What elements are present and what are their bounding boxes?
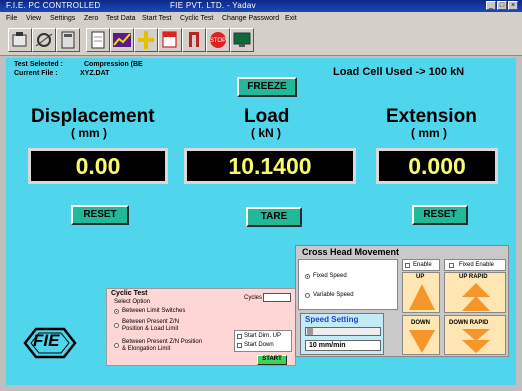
load-unit: ( kN ): [251, 126, 281, 140]
option-load-limit-radio[interactable]: [114, 323, 119, 328]
test-selected-label: Test Selected :: [14, 61, 63, 68]
displacement-unit: ( mm ): [71, 126, 107, 140]
enable-label: Enable: [413, 262, 432, 268]
toolbar: STOP: [0, 25, 522, 56]
report-icon[interactable]: [86, 28, 110, 52]
select-option-label: Select Option: [114, 299, 151, 305]
speed-slider[interactable]: [305, 327, 381, 336]
start-down-label: Start Down: [244, 342, 274, 348]
start-down-check[interactable]: [237, 343, 242, 348]
up-arrow-icon: [409, 284, 435, 310]
fixed-enable-label: Fixed Enable: [459, 262, 495, 268]
fixed-speed-label: Fixed Speed: [313, 273, 347, 279]
settings-icon[interactable]: [32, 28, 56, 52]
up-rapid-button[interactable]: UP RAPID: [444, 272, 506, 313]
start-dirn-up-check[interactable]: [237, 334, 242, 339]
variable-speed-label: Variable Speed: [313, 292, 354, 298]
crosshead-icon[interactable]: [134, 28, 158, 52]
open-icon[interactable]: [8, 28, 32, 52]
cycles-input[interactable]: [263, 293, 291, 302]
extension-title: Extension: [386, 106, 477, 127]
monitor-icon[interactable]: [230, 28, 254, 52]
menu-view[interactable]: View: [26, 12, 41, 25]
up-rapid-label: UP RAPID: [459, 274, 488, 280]
freeze-button[interactable]: FREEZE: [237, 77, 297, 97]
main-panel: Test Selected : Compression (BE Current …: [6, 58, 516, 385]
clamp-icon[interactable]: [182, 28, 206, 52]
speed-setting-title: Speed Setting: [305, 315, 359, 324]
down-rapid-label: DOWN RAPID: [449, 320, 489, 326]
close-button[interactable]: ×: [508, 1, 518, 10]
menu-cyclic-test[interactable]: Cyclic Test: [180, 12, 213, 25]
speed-setting-box: Speed Setting 10 mm/min: [300, 313, 384, 355]
option-elongation-limit-radio[interactable]: [114, 343, 119, 348]
up-label: UP: [416, 274, 425, 280]
cyclic-start-button[interactable]: START: [257, 355, 287, 365]
menu-settings[interactable]: Settings: [50, 12, 75, 25]
calculator-icon[interactable]: [56, 28, 80, 52]
graph-icon[interactable]: [110, 28, 134, 52]
fixed-speed-radio[interactable]: [305, 274, 310, 279]
cycles-label: Cycles: [244, 295, 263, 301]
fixed-enable-check[interactable]: [449, 263, 454, 268]
menu-start-test[interactable]: Start Test: [142, 12, 171, 25]
menu-exit[interactable]: Exit: [285, 12, 297, 25]
cyclic-test-title: Cyclic Test: [111, 290, 148, 297]
load-display: 10.1400: [184, 148, 356, 184]
crosshead-title: Cross Head Movement: [302, 247, 400, 257]
svg-text:STOP: STOP: [210, 38, 226, 44]
crosshead-panel: Cross Head Movement Fixed Speed Variable…: [295, 245, 509, 357]
extension-reset-button[interactable]: RESET: [412, 205, 468, 225]
displacement-title: Displacement: [31, 106, 155, 127]
start-dirn-up-label: Start Dirn. UP: [244, 333, 282, 339]
extension-unit: ( mm ): [411, 126, 447, 140]
tare-button[interactable]: TARE: [246, 207, 302, 227]
load-cell-text: Load Cell Used -> 100 kN: [333, 66, 465, 78]
menu-test-data[interactable]: Test Data: [106, 12, 136, 25]
menu-bar: File View Settings Zero Test Data Start …: [0, 12, 522, 25]
double-up-arrow-icon: [462, 283, 490, 311]
test-selected-value: Compression (BE: [84, 61, 143, 68]
speed-slider-thumb[interactable]: [307, 328, 313, 335]
displacement-display: 0.00: [28, 148, 168, 184]
menu-file[interactable]: File: [6, 12, 17, 25]
window-title: FIE PVT. LTD. - Yadav: [170, 1, 256, 10]
menu-change-password[interactable]: Change Password: [222, 12, 279, 25]
down-arrow-icon: [409, 330, 435, 353]
down-button[interactable]: DOWN: [402, 315, 440, 355]
print-icon[interactable]: [158, 28, 182, 52]
fixed-enable-box: Fixed Enable: [444, 259, 506, 271]
option-elongation-limit-label: Between Present Z/N Position & Elongatio…: [122, 339, 203, 352]
enable-box: Enable: [402, 259, 440, 271]
enable-check[interactable]: [405, 263, 410, 268]
start-direction-box: Start Dirn. UP Start Down: [234, 330, 292, 352]
load-title: Load: [244, 106, 290, 127]
logo-text: FIE: [33, 331, 60, 350]
extension-display: 0.000: [376, 148, 498, 184]
option-limit-switches-radio[interactable]: [114, 309, 119, 314]
variable-speed-radio[interactable]: [305, 293, 310, 298]
maximize-button[interactable]: □: [497, 1, 507, 10]
current-file-value: XYZ.DAT: [80, 70, 110, 77]
title-bar: F.I.E. PC CONTROLLED FIE PVT. LTD. - Yad…: [0, 0, 522, 12]
option-load-limit-label: Between Present Z/N Position & Load Limi…: [122, 319, 180, 332]
stop-icon[interactable]: STOP: [206, 28, 230, 52]
app-name: F.I.E. PC CONTROLLED: [6, 1, 101, 10]
up-button[interactable]: UP: [402, 272, 440, 313]
menu-zero[interactable]: Zero: [84, 12, 98, 25]
current-file-label: Current File :: [14, 70, 58, 77]
down-label: DOWN: [411, 320, 430, 326]
down-rapid-button[interactable]: DOWN RAPID: [444, 315, 506, 355]
cyclic-test-panel: Cyclic Test Select Option Cycles Between…: [106, 288, 296, 366]
option-limit-switches-label: Between Limit Switches: [122, 308, 186, 314]
displacement-reset-button[interactable]: RESET: [71, 205, 129, 225]
speed-value-field[interactable]: 10 mm/min: [305, 340, 381, 351]
speed-mode-box: Fixed Speed Variable Speed: [298, 259, 398, 310]
double-down-arrow-icon: [462, 329, 490, 353]
minimize-button[interactable]: _: [486, 1, 496, 10]
